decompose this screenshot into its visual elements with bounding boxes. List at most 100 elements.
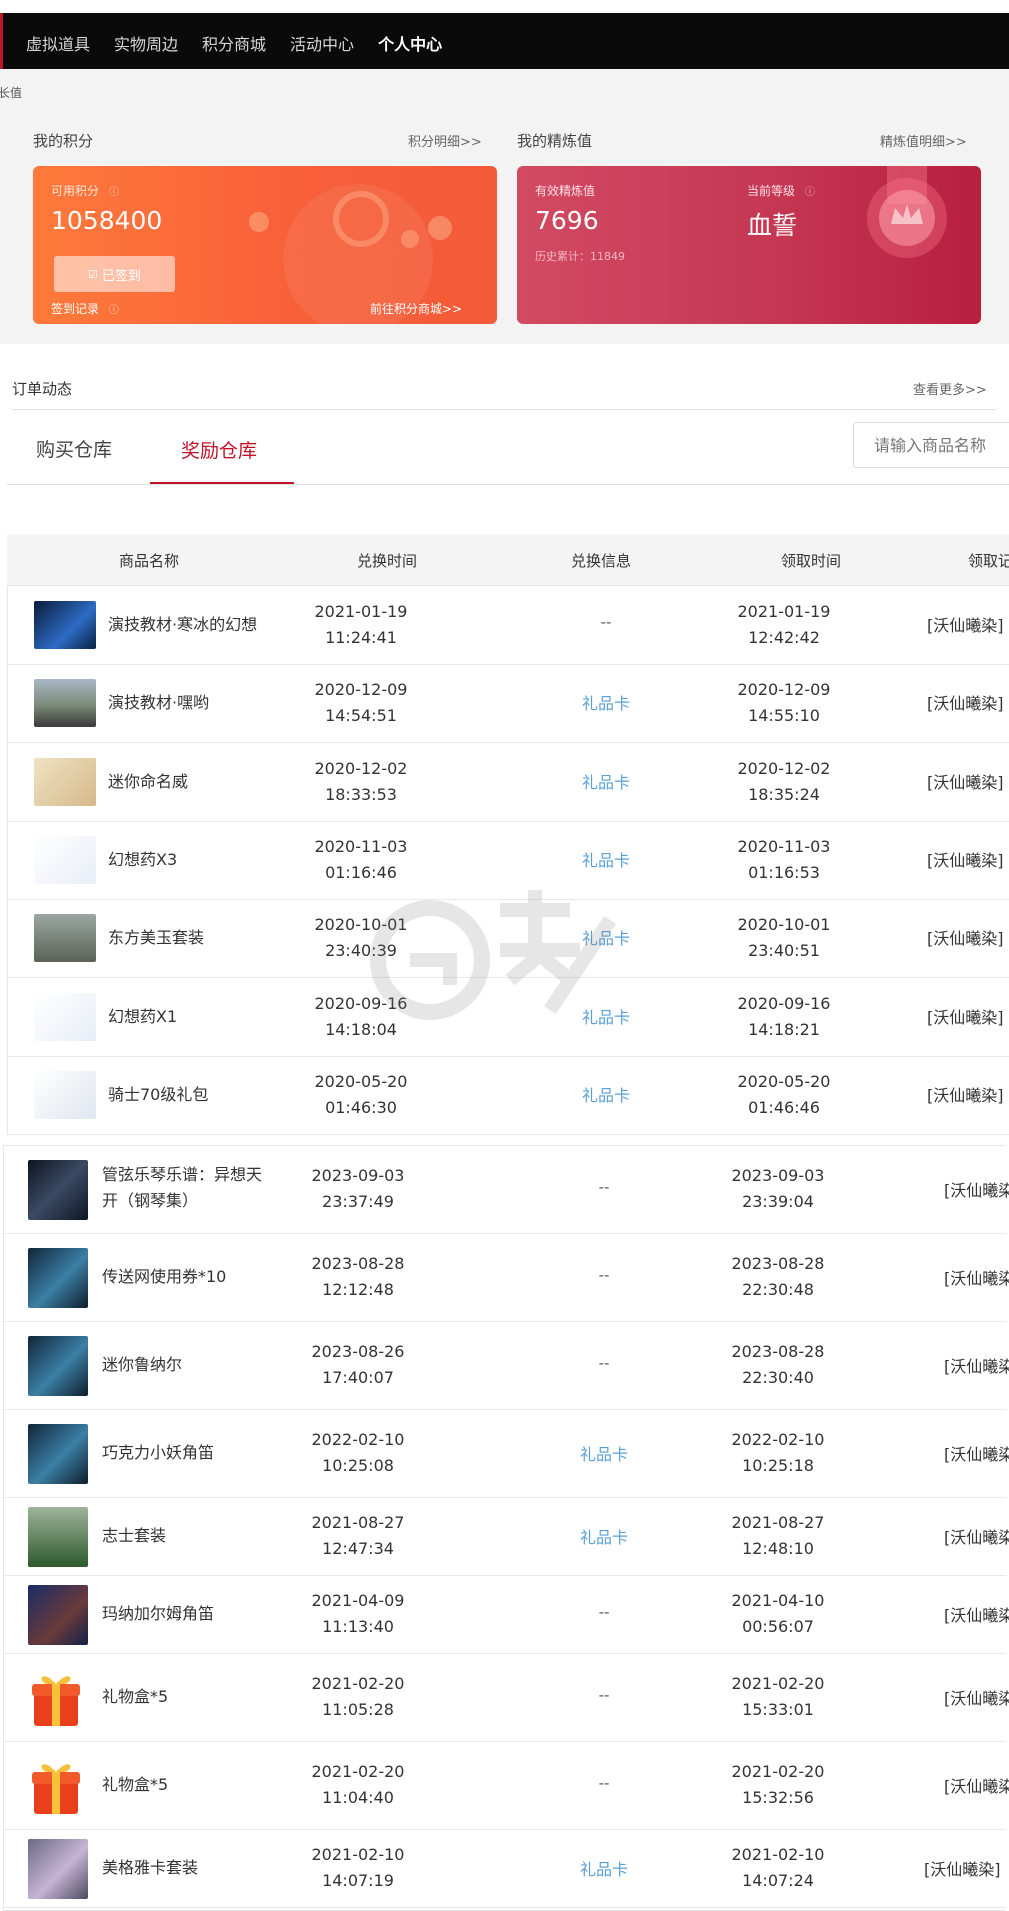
refine-title: 我的精炼值 xyxy=(517,132,593,150)
product-thumbnail xyxy=(28,1336,88,1396)
product-name: 管弦乐琴乐谱：异想天 开（钢琴集） xyxy=(102,1165,263,1210)
receive-time: 2021-01-19 12:42:42 xyxy=(737,602,831,647)
receive-time: 2020-12-02 18:35:24 xyxy=(737,758,831,804)
col-exchange-time: 兑换时间 xyxy=(357,552,418,570)
exchange-info: -- xyxy=(598,1686,610,1704)
receive-time: 2020-09-16 14:18:21 xyxy=(737,993,831,1039)
gift-card-link[interactable]: 礼品卡 xyxy=(566,1004,646,1028)
product-thumbnail xyxy=(34,914,96,963)
points-mall-link[interactable]: 前往积分商城>> xyxy=(370,300,462,317)
current-level-value: 血誓 xyxy=(747,211,798,240)
gift-card-link[interactable]: 礼品卡 xyxy=(564,1524,644,1548)
product-thumbnail xyxy=(28,1424,88,1484)
points-title: 我的积分 xyxy=(33,132,94,150)
product-name: 传送网使用券*10 xyxy=(102,1267,227,1286)
gift-card-link[interactable]: 礼品卡 xyxy=(566,769,646,793)
receive-time: 2021-08-27 12:48:10 xyxy=(731,1513,825,1558)
gift-card-link[interactable]: 礼品卡 xyxy=(566,925,646,949)
receiver-name: [沃仙曦染 xyxy=(944,1357,1009,1376)
exchange-info: -- xyxy=(598,1178,610,1196)
product-thumbnail xyxy=(34,679,96,728)
product-thumbnail xyxy=(34,601,96,649)
nav-item-virtual-items[interactable]: 虚拟道具 xyxy=(26,31,90,55)
table-row: 幻想药X1 2020-09-16 14:18:04 礼品卡 2020-09-16 14:1… xyxy=(8,979,1009,1057)
tab-purchase-warehouse[interactable]: 购买仓库 xyxy=(36,435,112,462)
gift-box-icon xyxy=(32,1764,80,1814)
table-row: 幻想药X3 2020-11-03 01:16:46 礼品卡 2020-11-03 01:1… xyxy=(8,822,1009,900)
product-thumbnail xyxy=(28,1248,88,1308)
receive-time: 2023-08-28 22:30:48 xyxy=(731,1254,825,1299)
reward-list-group-2: 管弦乐琴乐谱：异想天 开（钢琴集） 2023-09-03 23:37:49 -- 2023… xyxy=(3,1145,1009,1911)
receiver-name: [沃仙曦染 xyxy=(944,1269,1009,1288)
gift-card-link[interactable]: 礼品卡 xyxy=(566,847,646,871)
table-row: 玛纳加尔姆角笛 2021-04-09 11:13:40 -- 2021-04-10 00:… xyxy=(4,1576,1009,1654)
product-name: 玛纳加尔姆角笛 xyxy=(102,1604,215,1623)
product-name: 礼物盒*5 xyxy=(102,1687,169,1706)
receiver-name: [沃仙曦染] xyxy=(927,772,1004,792)
exchange-time: 2021-08-27 12:47:34 xyxy=(311,1513,405,1558)
tabs-divider xyxy=(7,484,1009,485)
nav-item-events[interactable]: 活动中心 xyxy=(290,31,354,55)
table-row: 迷你命名威 2020-12-02 18:33:53 礼品卡 2020-12-02 18:3… xyxy=(8,744,1009,822)
valid-refine-value: 7696 xyxy=(535,206,599,235)
receive-time: 2023-09-03 23:39:04 xyxy=(731,1166,825,1211)
product-thumbnail xyxy=(34,992,96,1041)
receive-time: 2021-02-10 14:07:24 xyxy=(731,1845,825,1890)
check-icon: ☑ xyxy=(88,267,98,281)
points-card: 可用积分 ⓘ 1058400 ☑ 已签到 签到记录 ⓘ 前往积分商城>> xyxy=(33,166,497,324)
points-detail-link[interactable]: 积分明细>> xyxy=(408,131,482,150)
gift-card-link[interactable]: 礼品卡 xyxy=(564,1856,644,1880)
receive-time: 2021-02-20 15:32:56 xyxy=(731,1762,825,1807)
product-thumbnail xyxy=(34,835,96,884)
info-icon[interactable]: ⓘ xyxy=(109,187,119,198)
receive-time: 2020-11-03 01:16:53 xyxy=(737,836,831,882)
gift-card-link[interactable]: 礼品卡 xyxy=(566,1082,646,1106)
table-row: 巧克力小妖角笛 2022-02-10 10:25:08 礼品卡 2022-02-10 10… xyxy=(4,1410,1009,1498)
available-points-value: 1058400 xyxy=(51,206,163,235)
order-more-link[interactable]: 查看更多>> xyxy=(913,379,987,398)
product-name: 迷你鲁纳尔 xyxy=(102,1355,183,1374)
receive-time: 2020-12-09 14:55:10 xyxy=(737,680,831,726)
receiver-name: [沃仙曦染 xyxy=(944,1181,1009,1200)
receive-time: 2020-10-01 23:40:51 xyxy=(737,915,831,961)
tab-reward-warehouse[interactable]: 奖励仓库 xyxy=(181,436,257,463)
product-name: 幻想药X3 xyxy=(108,849,178,869)
table-row: 管弦乐琴乐谱：异想天 开（钢琴集） 2023-09-03 23:37:49 -- 2023… xyxy=(4,1146,1009,1234)
table-row: 志士套装 2021-08-27 12:47:34 礼品卡 2021-08-27 12:48… xyxy=(4,1498,1009,1576)
product-name: 迷你命名威 xyxy=(108,771,189,791)
breadcrumb: 成长值 xyxy=(0,86,23,100)
nav-item-merch[interactable]: 实物周边 xyxy=(114,31,178,55)
exchange-time: 2021-02-20 11:05:28 xyxy=(311,1674,405,1719)
receiver-name: [沃仙曦染] xyxy=(924,1860,1001,1879)
product-thumbnail xyxy=(28,1585,88,1645)
exchange-time: 2023-08-26 17:40:07 xyxy=(311,1342,405,1387)
gift-card-link[interactable]: 礼品卡 xyxy=(566,690,646,714)
exchange-info: -- xyxy=(598,1774,610,1792)
receiver-name: [沃仙曦染] xyxy=(927,1085,1004,1105)
receiver-name: [沃仙曦染] xyxy=(927,1007,1004,1027)
product-name: 演技教材·寒冰的幻想 xyxy=(108,615,258,634)
nav-item-points-mall[interactable]: 积分商城 xyxy=(202,31,266,55)
signed-in-button[interactable]: ☑ 已签到 xyxy=(54,256,175,292)
product-name: 骑士70级礼包 xyxy=(108,1084,209,1104)
refine-detail-link[interactable]: 精炼值明细>> xyxy=(880,131,967,150)
product-name: 志士套装 xyxy=(102,1526,167,1545)
table-row: 骑士70级礼包 2020-05-20 01:46:30 礼品卡 2020-05-20 01… xyxy=(8,1057,1009,1135)
reward-list-group-1: 演技教材·寒冰的幻想 2021-01-19 11:24:41 -- 2021-01-19… xyxy=(7,587,1009,1135)
table-row: 传送网使用券*10 2023-08-28 12:12:48 -- 2023-08-28 2… xyxy=(4,1234,1009,1322)
table-row: 迷你鲁纳尔 2023-08-26 17:40:07 -- 2023-08-28 22:30… xyxy=(4,1322,1009,1410)
table-row: 礼物盒*5 2021-02-20 11:04:40 -- 2021-02-20 15:32… xyxy=(4,1742,1009,1830)
exchange-time: 2023-08-28 12:12:48 xyxy=(311,1254,405,1299)
sign-record-link[interactable]: 签到记录 ⓘ xyxy=(51,300,119,317)
gift-card-link[interactable]: 礼品卡 xyxy=(564,1441,644,1465)
exchange-info: -- xyxy=(598,1266,610,1284)
exchange-time: 2023-09-03 23:37:49 xyxy=(311,1166,405,1211)
nav-item-profile[interactable]: 个人中心 xyxy=(378,31,442,55)
product-name: 巧克力小妖角笛 xyxy=(102,1443,215,1462)
info-icon[interactable]: ⓘ xyxy=(805,187,815,198)
exchange-time: 2021-01-19 11:24:41 xyxy=(314,602,408,647)
receiver-name: [沃仙曦染 xyxy=(944,1528,1009,1547)
product-search-input[interactable] xyxy=(853,422,1009,468)
product-name: 东方美玉套装 xyxy=(108,928,205,948)
exchange-time: 2020-11-03 01:16:46 xyxy=(314,836,408,882)
